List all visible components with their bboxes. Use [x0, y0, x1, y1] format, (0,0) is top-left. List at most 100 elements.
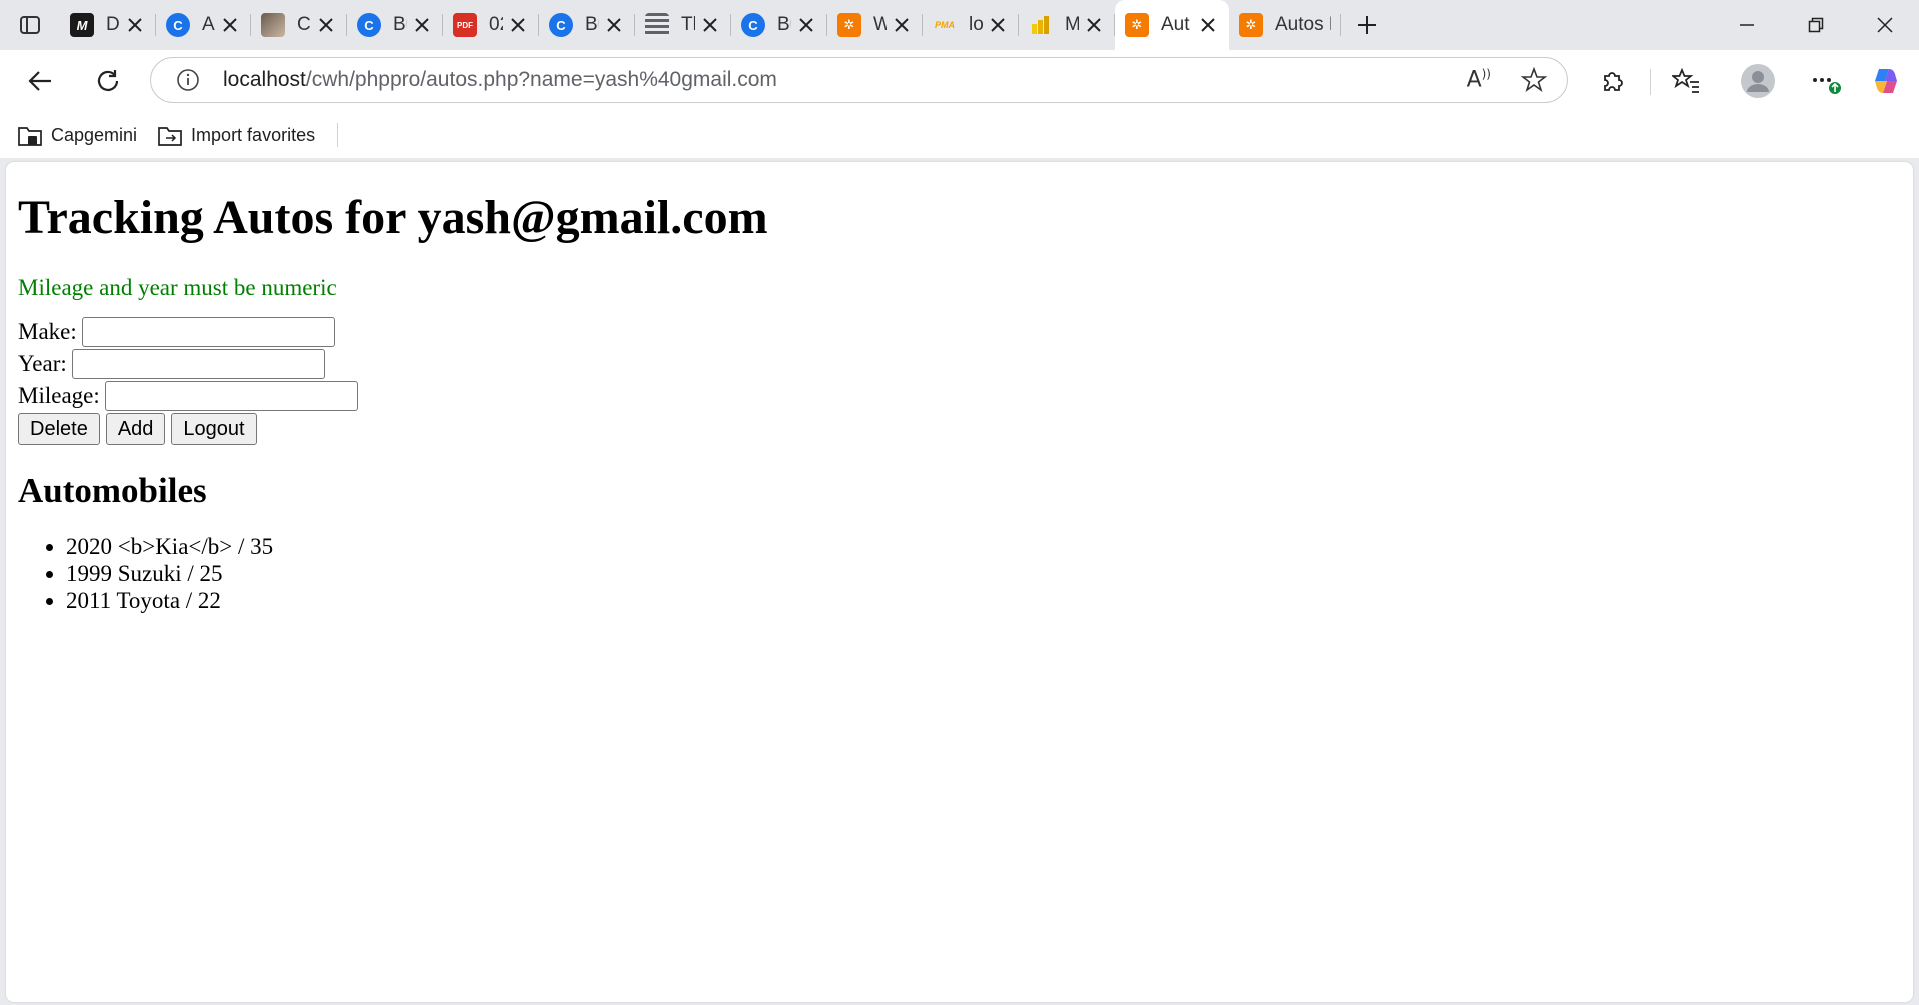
tab-11-active[interactable]: ✲ Aut [1115, 0, 1229, 50]
close-icon[interactable] [411, 14, 433, 36]
tab-title: We [873, 14, 887, 35]
automobiles-list: 2020 <b>Kia</b> / 35 1999 Suzuki / 25 20… [18, 533, 1913, 614]
restore-button[interactable] [1781, 0, 1850, 50]
add-button[interactable]: Add [105, 413, 166, 445]
tab-8[interactable]: ✲ We [827, 0, 923, 50]
tab-actions-button[interactable] [0, 0, 60, 50]
tab-12[interactable]: ✲ Autos D [1229, 0, 1341, 50]
favorites-divider [337, 123, 339, 147]
new-tab-button[interactable] [1341, 0, 1393, 50]
error-message: Mileage and year must be numeric [18, 275, 337, 300]
tab-title: Mic [1065, 14, 1079, 35]
toolbar-divider [1650, 69, 1651, 95]
tab-favicon-icon: C [549, 13, 573, 37]
close-icon[interactable] [699, 14, 721, 36]
close-icon[interactable] [1197, 14, 1219, 36]
auto-form: Make: Year: Mileage: Delete Add Logout [18, 316, 1913, 445]
tab-favicon-icon: C [357, 13, 381, 37]
url-text[interactable]: localhost/cwh/phppro/autos.php?name=yash… [223, 68, 777, 92]
browser-toolbar: localhost/cwh/phppro/autos.php?name=yash… [0, 50, 1919, 112]
tab-9[interactable]: PMA loca [923, 0, 1019, 50]
delete-button[interactable]: Delete [18, 413, 100, 445]
tab-actions-icon [20, 16, 40, 34]
favorites-list-icon [1672, 67, 1699, 93]
tab-10[interactable]: Mic [1019, 0, 1115, 50]
tab-7[interactable]: C Bui [731, 0, 827, 50]
tab-title: Bui [393, 14, 407, 35]
more-icon [1813, 78, 1841, 94]
reload-button[interactable] [88, 61, 128, 101]
read-aloud-icon[interactable]: A)) [1467, 67, 1491, 92]
import-icon [157, 122, 183, 148]
close-icon[interactable] [1083, 14, 1105, 36]
form-buttons: Delete Add Logout [18, 413, 1913, 445]
mileage-label: Mileage: [18, 383, 100, 408]
tab-title: Aut [1161, 14, 1190, 35]
avatar-icon [1741, 64, 1775, 98]
extensions-button[interactable] [1596, 64, 1630, 98]
tab-6[interactable]: The [635, 0, 731, 50]
tab-title: Bui [777, 14, 791, 35]
favorite-import[interactable]: Import favorites [157, 122, 315, 148]
star-icon[interactable] [1521, 67, 1547, 93]
favorites-button[interactable] [1669, 64, 1703, 98]
url-path: /cwh/phppro/autos.php?name=yash%40gmail.… [305, 68, 777, 91]
tab-title: Ass [202, 14, 215, 35]
close-icon[interactable] [507, 14, 529, 36]
tab-title: The [681, 14, 695, 35]
close-icon[interactable] [987, 14, 1009, 36]
page-viewport: Tracking Autos for yash@gmail.com Mileag… [6, 162, 1913, 1002]
favorite-capgemini[interactable]: Capgemini [17, 122, 137, 148]
tab-0[interactable]: M DO [60, 0, 156, 50]
mileage-input[interactable] [104, 381, 358, 411]
year-row: Year: [18, 348, 1913, 380]
page-content: Tracking Autos for yash@gmail.com Mileag… [18, 162, 1913, 614]
tab-1[interactable]: C Ass [156, 0, 251, 50]
mileage-row: Mileage: [18, 380, 1913, 412]
close-icon[interactable] [219, 14, 241, 36]
tab-title: loca [969, 14, 983, 35]
automobiles-heading: Automobiles [18, 471, 207, 510]
tab-5[interactable]: C Bui [539, 0, 635, 50]
close-icon[interactable] [124, 14, 146, 36]
plus-icon [1358, 16, 1376, 34]
tab-favicon-icon [645, 13, 669, 37]
tab-4[interactable]: PDF 02- [443, 0, 539, 50]
powerbi-icon [1029, 13, 1053, 37]
puzzle-icon [1604, 72, 1623, 91]
back-button[interactable] [20, 61, 60, 101]
tab-favicon-icon [261, 13, 285, 37]
profile-button[interactable] [1738, 61, 1778, 101]
xampp-icon: ✲ [1239, 13, 1263, 37]
pdf-icon: PDF [453, 13, 477, 37]
close-icon[interactable] [795, 14, 817, 36]
url-host: localhost [223, 68, 306, 91]
settings-more-button[interactable] [1808, 64, 1842, 98]
close-window-button[interactable] [1850, 0, 1919, 50]
logout-button[interactable]: Logout [171, 413, 257, 445]
xampp-icon: ✲ [837, 13, 861, 37]
close-icon[interactable] [315, 14, 337, 36]
back-arrow-icon [28, 71, 51, 91]
phpmyadmin-icon: PMA [935, 20, 955, 30]
tab-strip: M DO C Ass Chu C Bui PDF 02- C Bui The C… [0, 0, 1919, 50]
folder-icon [17, 122, 43, 148]
tab-title: Bui [585, 14, 599, 35]
close-icon[interactable] [603, 14, 625, 36]
page-title: Tracking Autos for yash@gmail.com [18, 191, 768, 244]
info-icon[interactable] [175, 67, 201, 93]
close-icon[interactable] [891, 14, 913, 36]
year-input[interactable] [71, 349, 325, 379]
list-item: 1999 Suzuki / 25 [66, 560, 1913, 587]
make-input[interactable] [81, 317, 335, 347]
minimize-button[interactable] [1712, 0, 1781, 50]
address-bar[interactable]: localhost/cwh/phppro/autos.php?name=yash… [150, 57, 1568, 103]
make-row: Make: [18, 316, 1913, 348]
copilot-button[interactable] [1869, 64, 1903, 98]
tab-3[interactable]: C Bui [347, 0, 443, 50]
tab-2[interactable]: Chu [251, 0, 347, 50]
copilot-icon [1875, 69, 1897, 93]
tab-favicon-icon: C [166, 13, 190, 37]
tab-favicon-icon: M [70, 13, 94, 37]
tab-favicon-icon: C [741, 13, 765, 37]
